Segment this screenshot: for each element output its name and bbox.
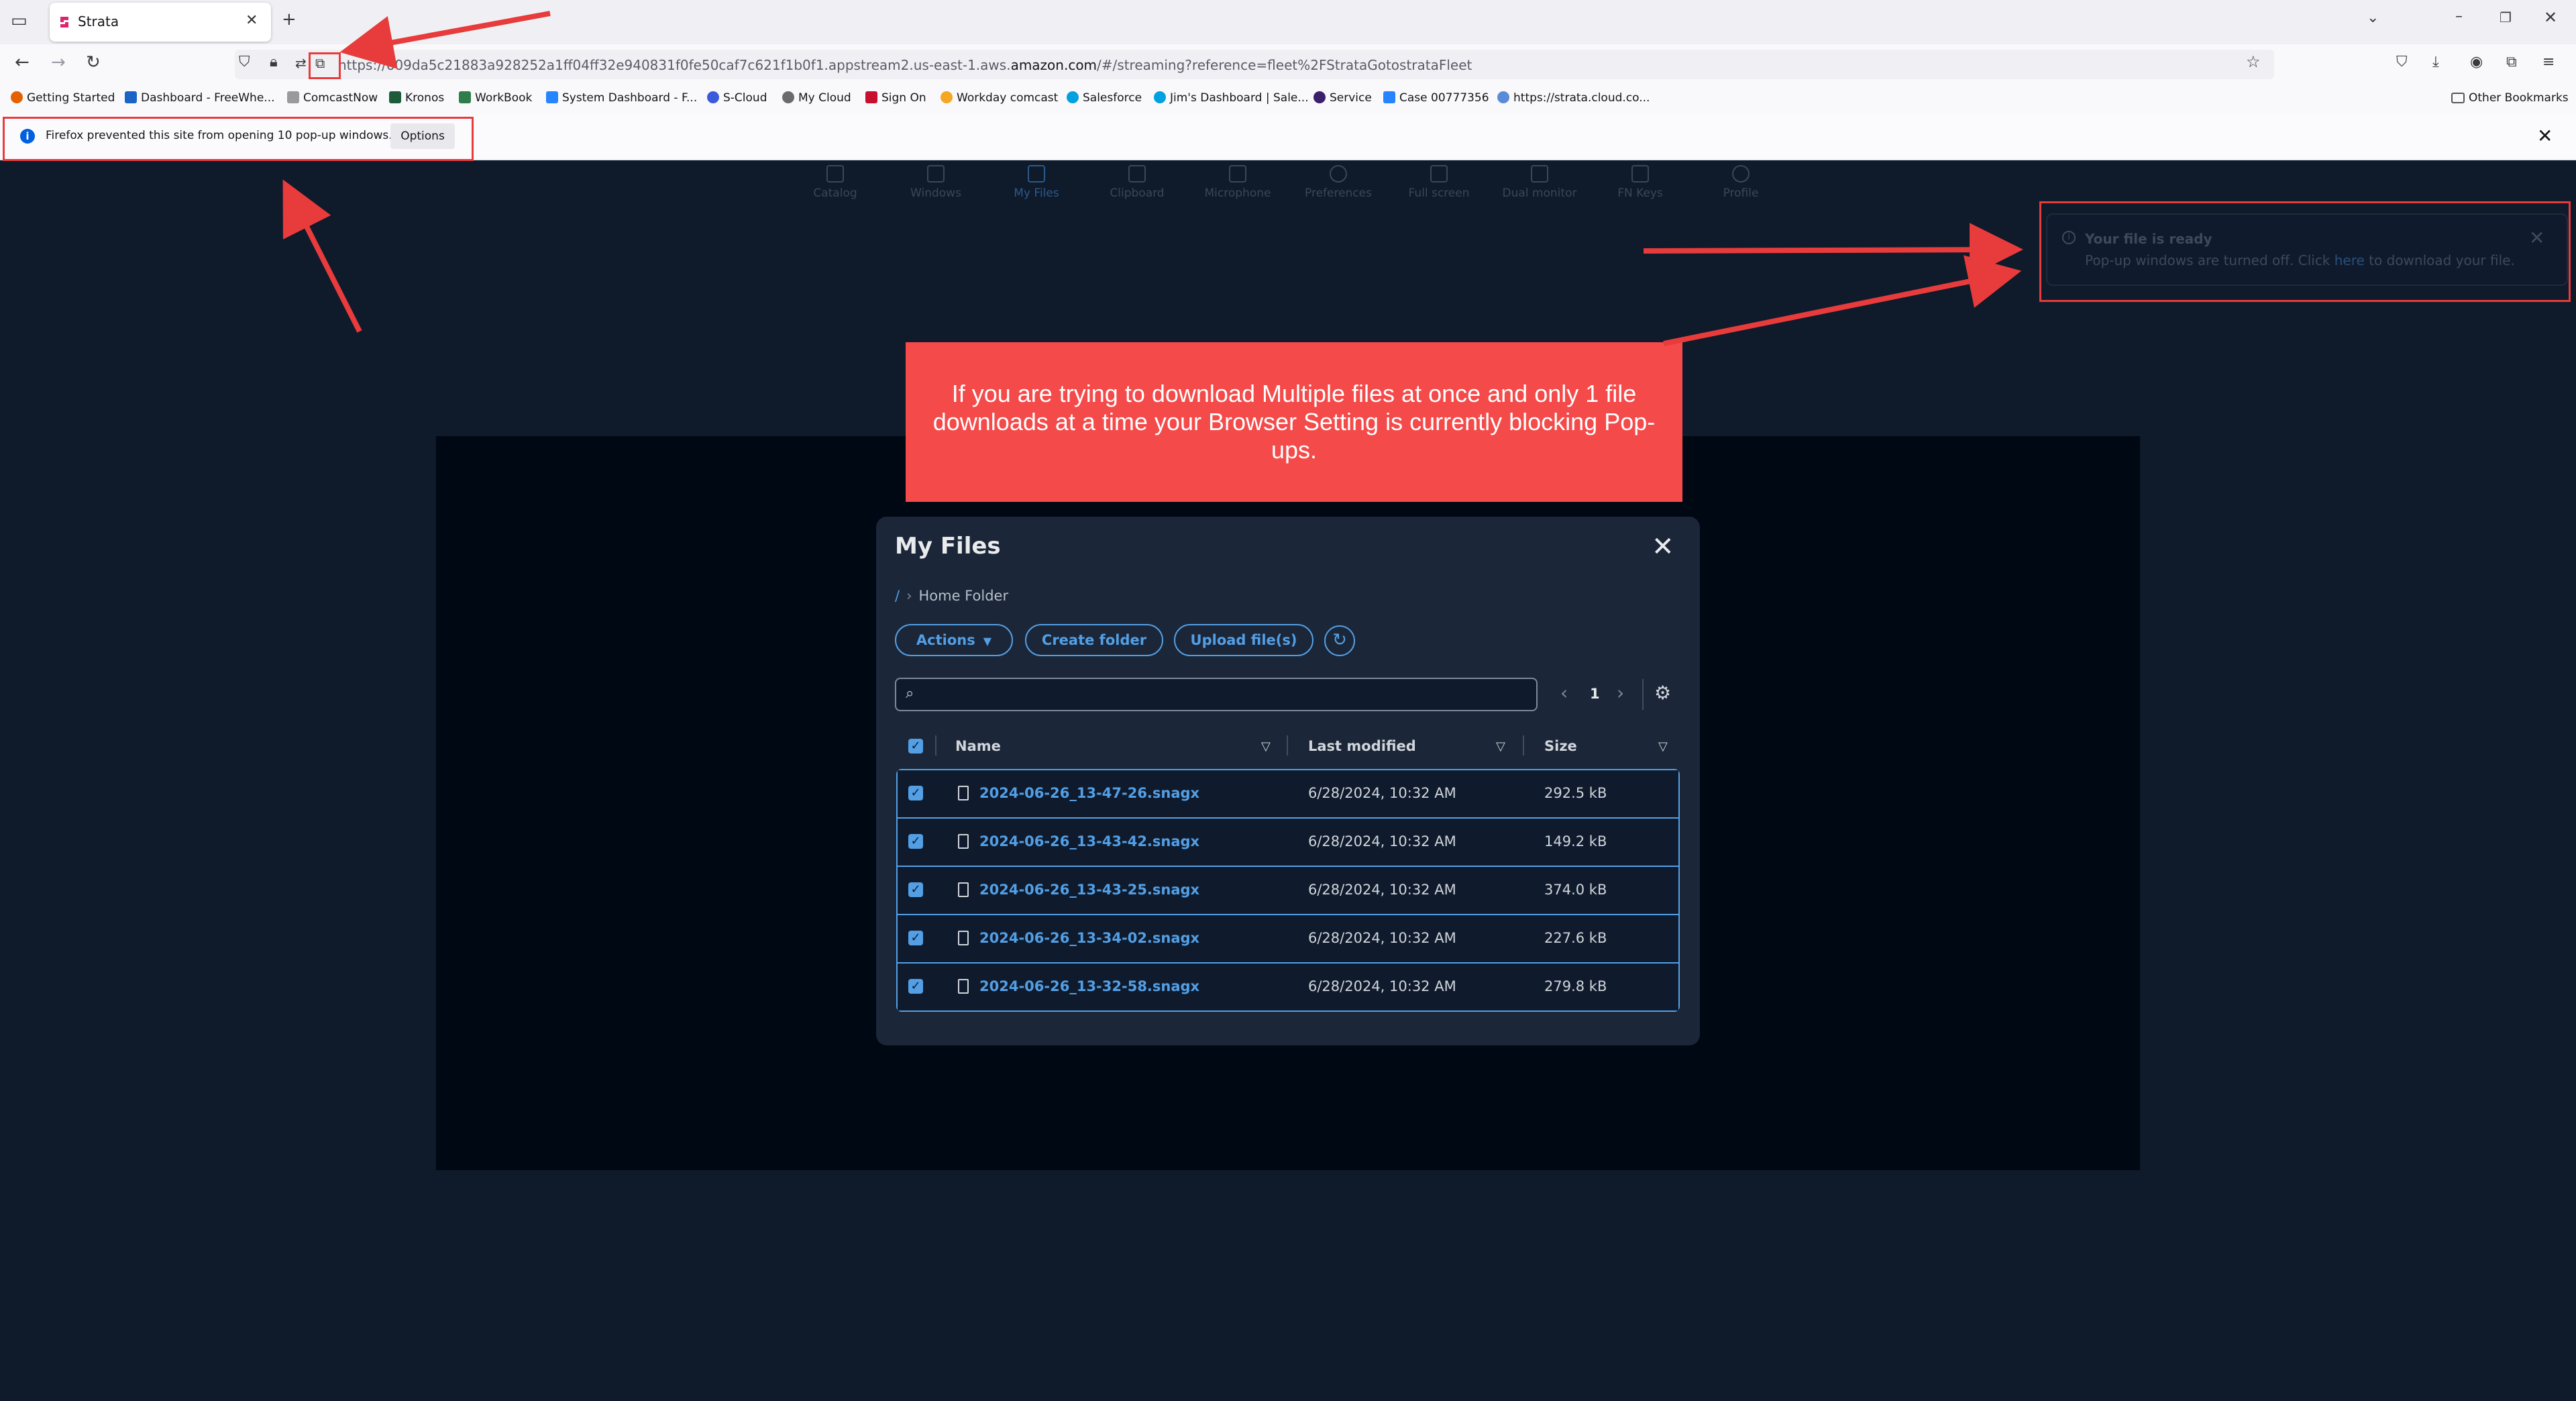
arrow-to-popup-notice xyxy=(282,179,362,333)
arrow-to-popup-icon xyxy=(339,11,551,69)
arrow-to-toast-bottom xyxy=(1663,255,2022,346)
arrow-to-toast-top xyxy=(1643,223,2023,277)
annotation-arrows xyxy=(282,11,2023,346)
